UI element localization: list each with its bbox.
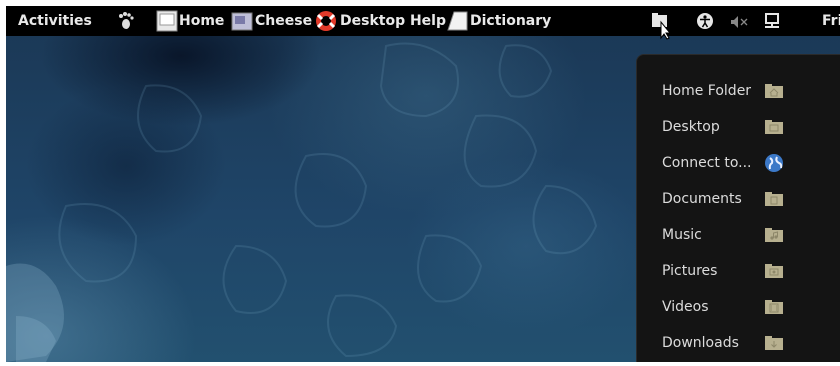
accessibility-icon[interactable] — [696, 12, 714, 30]
volume-muted-icon[interactable] — [730, 15, 750, 29]
app-cheese[interactable]: Cheese — [231, 6, 312, 36]
activities-button[interactable]: Activities — [18, 6, 92, 36]
clock[interactable]: Fri — [822, 6, 840, 36]
music-folder-icon — [765, 228, 783, 242]
places-menu: Home Folder Desktop Connect to... Docume… — [636, 54, 840, 362]
help-lifebuoy-icon — [316, 11, 336, 31]
globe-icon — [765, 153, 783, 172]
screen: Activities Home Cheese Desktop Help Dict… — [6, 6, 840, 362]
menu-item-label: Downloads — [662, 335, 739, 351]
menu-item-label: Videos — [662, 299, 709, 315]
clock-label: Fri — [822, 13, 840, 29]
menu-item-label: Pictures — [662, 263, 718, 279]
menu-item-music[interactable]: Music — [637, 217, 797, 253]
videos-folder-icon — [765, 300, 783, 314]
menu-item-label: Desktop — [662, 119, 720, 135]
menu-item-label: Connect to... — [662, 155, 752, 171]
app-cheese-label: Cheese — [255, 13, 313, 29]
menu-item-documents[interactable]: Documents — [637, 181, 797, 217]
menu-item-pictures[interactable]: Pictures — [637, 253, 797, 289]
menu-item-label: Home Folder — [662, 83, 752, 99]
app-dictionary[interactable]: Dictionary — [446, 6, 551, 36]
home-folder-icon — [765, 84, 783, 98]
downloads-folder-icon — [765, 336, 783, 350]
app-home[interactable]: Home — [156, 6, 224, 36]
menu-item-connect-to[interactable]: Connect to... — [637, 145, 797, 181]
app-home-label: Home — [179, 13, 225, 29]
dictionary-icon — [447, 11, 468, 31]
places-folder-icon[interactable] — [651, 12, 673, 40]
app-desktop-help[interactable]: Desktop Help — [315, 6, 446, 36]
pictures-folder-icon — [765, 264, 783, 278]
menu-item-label: Documents — [662, 191, 742, 207]
documents-folder-icon — [765, 192, 783, 206]
desktop-folder-icon — [765, 120, 783, 134]
activities-label: Activities — [18, 13, 92, 29]
cheese-icon — [231, 12, 253, 31]
top-panel: Activities Home Cheese Desktop Help Dict… — [6, 6, 840, 40]
app-desktop-help-label: Desktop Help — [340, 13, 446, 29]
menu-item-label: Music — [662, 227, 702, 243]
app-dictionary-label: Dictionary — [470, 13, 552, 29]
network-icon[interactable] — [764, 13, 780, 31]
menu-item-videos[interactable]: Videos — [637, 289, 797, 325]
menu-item-home-folder[interactable]: Home Folder — [637, 73, 797, 109]
home-folder-icon — [156, 10, 178, 32]
menu-item-desktop[interactable]: Desktop — [637, 109, 797, 145]
gnome-foot-icon[interactable] — [118, 12, 134, 30]
menu-item-downloads[interactable]: Downloads — [637, 325, 797, 361]
